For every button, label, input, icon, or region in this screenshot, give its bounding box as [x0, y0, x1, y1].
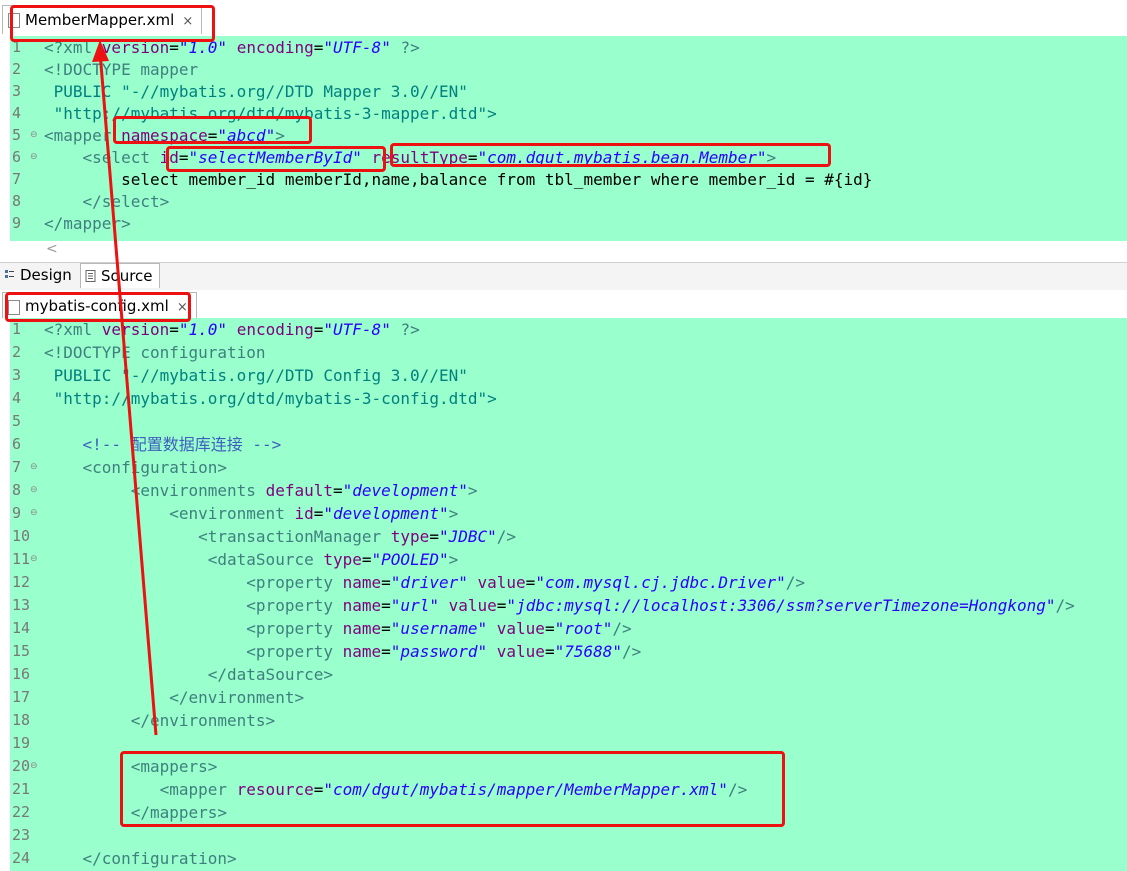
annotation-arrow: [92, 40, 158, 736]
